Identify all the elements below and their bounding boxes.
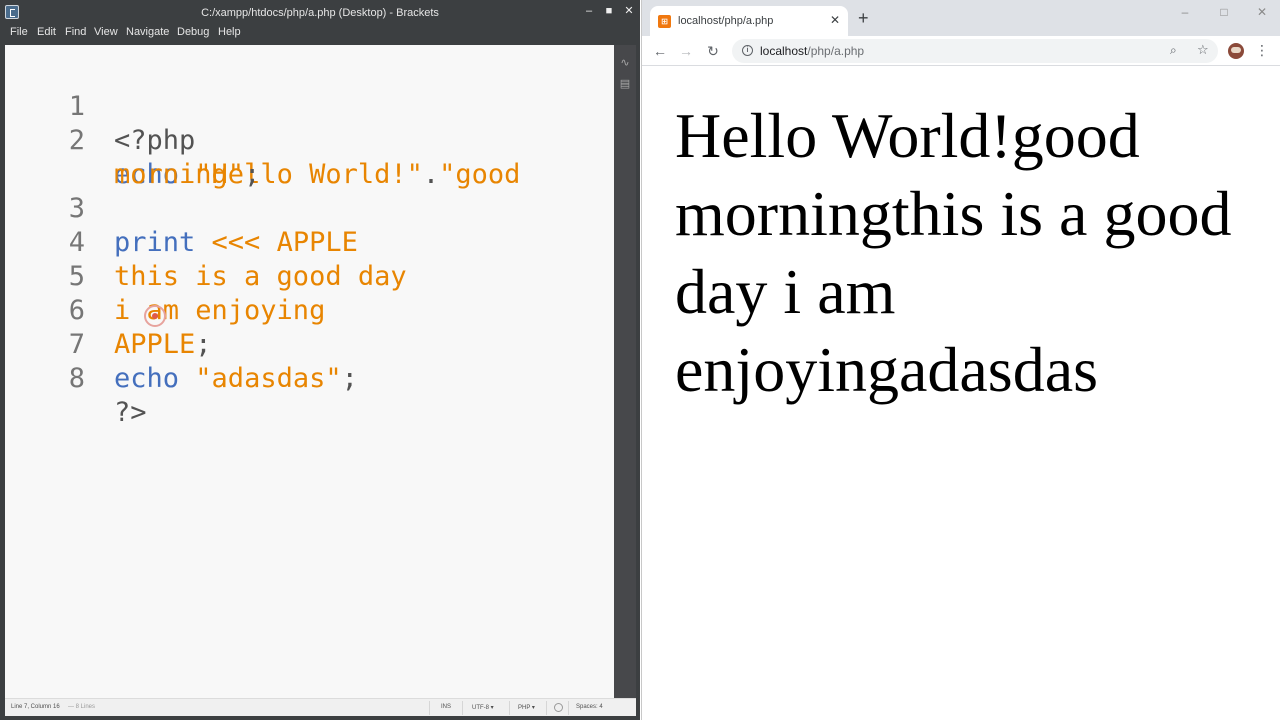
brackets-window: C:/xampp/htdocs/php/a.php (Desktop) - Br… — [0, 0, 640, 720]
cursor-position[interactable]: Line 7, Column 16 — [11, 704, 60, 710]
close-button[interactable]: ✕ — [620, 2, 638, 20]
menu-edit[interactable]: Edit — [37, 26, 56, 38]
close-button[interactable]: ✕ — [1252, 5, 1272, 21]
mouse-cursor-indicator — [144, 305, 166, 327]
keyword-echo: echo — [114, 363, 180, 394]
status-bar: Line 7, Column 16 — 8 Lines INS UTF-8 ▾ … — [5, 698, 636, 716]
linter-status-icon[interactable] — [554, 703, 563, 712]
line-number: 8 — [68, 363, 85, 394]
code-line-8[interactable]: 8 ?> — [5, 328, 614, 428]
tab-close-icon[interactable]: ✕ — [830, 13, 840, 27]
star-icon[interactable]: ☆ — [1197, 42, 1209, 58]
menu-debug[interactable]: Debug — [177, 26, 209, 38]
minimize-button[interactable]: – — [580, 2, 598, 20]
maximize-button[interactable]: ■ — [600, 2, 618, 20]
back-icon[interactable]: ← — [650, 41, 670, 61]
menu-icon[interactable]: ⋮ — [1255, 41, 1269, 59]
code-line-4[interactable]: 4 this is a good day — [5, 192, 614, 292]
code-line-1[interactable]: 1 <?php — [5, 56, 614, 156]
menu-help[interactable]: Help — [218, 26, 241, 38]
menu-find[interactable]: Find — [65, 26, 86, 38]
menu-view[interactable]: View — [94, 26, 118, 38]
xampp-favicon: ⊞ — [658, 15, 671, 28]
url-text[interactable]: localhost/php/a.php — [760, 44, 864, 58]
address-bar[interactable]: i localhost/php/a.php ⌕ ☆ — [732, 39, 1218, 63]
new-tab-icon[interactable]: + — [858, 9, 869, 27]
reload-icon[interactable]: ↻ — [703, 41, 723, 61]
window-title: C:/xampp/htdocs/php/a.php (Desktop) - Br… — [201, 7, 439, 19]
menu-navigate[interactable]: Navigate — [126, 26, 169, 38]
language-select[interactable]: PHP ▾ — [518, 704, 535, 711]
extension-manager-icon[interactable]: ▤ — [618, 78, 632, 90]
tab-strip: ⊞ localhost/php/a.php ✕ + – □ ✕ — [642, 0, 1280, 36]
code-line-7[interactable]: 7 echo "adasdas"; — [5, 294, 614, 394]
line-count: — 8 Lines — [68, 704, 96, 710]
browser-toolbar: ← → ↻ i localhost/php/a.php ⌕ ☆ ⋮ — [642, 36, 1280, 66]
menu-bar: File Edit Find View Navigate Debug Help — [0, 24, 640, 44]
toolbar-panel: ∿ ▤ — [614, 45, 636, 698]
info-icon[interactable]: i — [742, 45, 753, 56]
forward-icon[interactable]: → — [676, 41, 696, 61]
code-line-3[interactable]: 3 print <<< APPLE — [5, 158, 614, 258]
url-host: localhost — [760, 44, 808, 58]
minimize-button[interactable]: – — [1175, 5, 1195, 21]
code-line-2-wrap[interactable]: morning"; — [5, 124, 614, 190]
page-output-text: Hello World!good morningthis is a good d… — [675, 100, 1232, 405]
code-editor[interactable]: 1 <?php 2 echo "Hello World!"."good morn… — [5, 45, 614, 698]
code-line-6[interactable]: 6 APPLE; — [5, 260, 614, 360]
php-close-tag: ?> — [114, 397, 147, 428]
avatar[interactable] — [1228, 43, 1244, 59]
string-literal: "adasdas" — [195, 363, 342, 394]
code-line-5[interactable]: 5 i am enjoying — [5, 226, 614, 326]
live-preview-icon[interactable]: ∿ — [618, 57, 632, 69]
semicolon: ; — [341, 363, 358, 394]
browser-tab[interactable]: ⊞ localhost/php/a.php ✕ — [650, 6, 848, 36]
tab-title: localhost/php/a.php — [678, 15, 774, 27]
url-path: /php/a.php — [807, 44, 865, 58]
zoom-icon[interactable]: ⌕ — [1170, 43, 1177, 58]
insert-mode[interactable]: INS — [441, 704, 451, 710]
indent-spaces[interactable]: Spaces: 4 — [576, 704, 603, 710]
brackets-title-bar: C:/xampp/htdocs/php/a.php (Desktop) - Br… — [0, 0, 640, 26]
encoding-select[interactable]: UTF-8 ▾ — [472, 704, 494, 711]
maximize-button[interactable]: □ — [1214, 5, 1234, 21]
code-line-2[interactable]: 2 echo "Hello World!"."good — [5, 90, 614, 190]
browser-window: ⊞ localhost/php/a.php ✕ + – □ ✕ ← → ↻ i … — [641, 0, 1280, 720]
menu-file[interactable]: File — [10, 26, 28, 38]
